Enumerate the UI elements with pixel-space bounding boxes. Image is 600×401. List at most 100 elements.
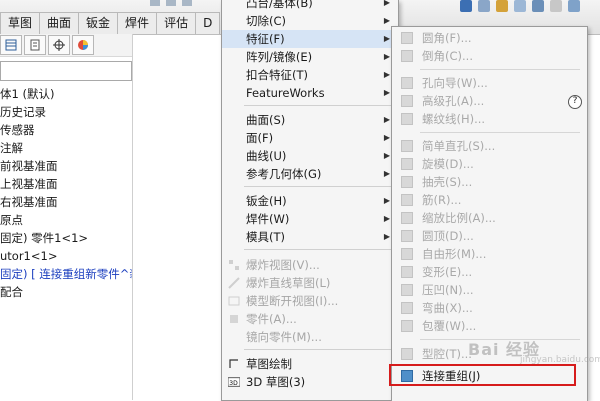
menu-item-sketch[interactable]: 草图绘制: [222, 355, 398, 373]
panel-tab-bar: [0, 34, 132, 57]
submenu-arrow-icon: ▶: [383, 169, 390, 178]
explode-line-icon: [228, 277, 240, 289]
submenu-separator: [420, 132, 580, 133]
submenu-item-fillet: 圆角(F)...: [392, 29, 587, 47]
tree-item-mates[interactable]: 配合: [0, 283, 132, 301]
display-manager-tab-icon[interactable]: [72, 35, 94, 55]
monitor-icon[interactable]: [568, 0, 580, 12]
hole-wizard-icon: [401, 77, 413, 89]
broken-view-icon: [228, 296, 240, 306]
tree-item-top-plane[interactable]: 上视基准面: [0, 175, 132, 193]
tree-item-assembly[interactable]: 体1 (默认): [0, 85, 132, 103]
submenu-item-label: 抽壳(S)...: [422, 175, 473, 189]
toolbar-icons-right: [460, 0, 580, 14]
menu-item-label: 镜向零件(M)...: [246, 330, 322, 344]
view-settings-icon[interactable]: [532, 0, 544, 12]
menu-item-label: 参考几何体(G): [246, 167, 322, 181]
tree-item-origin[interactable]: 原点: [0, 211, 132, 229]
menu-item-molds[interactable]: 模具(T) ▶: [222, 228, 398, 246]
menu-separator: [244, 249, 394, 250]
menu-item-boss-base[interactable]: 凸台/基体(B) ▶: [222, 0, 398, 12]
toolbar-icons-left: [150, 0, 192, 8]
submenu-item-label: 自由形(M)...: [422, 247, 487, 261]
menu-item-label: 焊件(W): [246, 212, 290, 226]
tab-weldments[interactable]: 焊件: [117, 12, 158, 34]
menu-item-features[interactable]: 特征(F) ▶: [222, 30, 398, 48]
wrap-icon: [401, 320, 413, 332]
menu-separator: [244, 105, 394, 106]
tree-item-tutor1[interactable]: utor1<1>: [0, 247, 132, 265]
submenu-arrow-icon: ▶: [383, 88, 390, 97]
toolbar-icon[interactable]: [166, 0, 176, 6]
menu-item-label: 阵列/镜像(E): [246, 50, 313, 64]
tab-sketch[interactable]: 草图: [0, 12, 41, 34]
tree-item-joined-part[interactable]: 固定) [ 连接重组新零件^装: [0, 265, 132, 283]
view-orientation-icon[interactable]: [460, 0, 472, 12]
chamfer-icon: [401, 50, 413, 62]
tree-item-history[interactable]: 历史记录: [0, 103, 132, 121]
menu-item-label: 模具(T): [246, 230, 285, 244]
submenu-arrow-icon: ▶: [383, 70, 390, 79]
menu-separator: [244, 186, 394, 187]
submenu-item-shell: 抽壳(S)...: [392, 173, 587, 191]
submenu-arrow-icon: ▶: [383, 151, 390, 160]
submenu-item-wrap: 包覆(W)...: [392, 317, 587, 335]
tab-d[interactable]: D: [195, 12, 221, 34]
tab-evaluate[interactable]: 评估: [156, 12, 197, 34]
section-view-icon[interactable]: [550, 0, 562, 12]
menu-item-surface[interactable]: 曲面(S) ▶: [222, 111, 398, 129]
property-manager-tab-icon[interactable]: [24, 35, 46, 55]
tree-item-annotations[interactable]: 注解: [0, 139, 132, 157]
menu-item-3d-sketch[interactable]: 3D 3D 草图(3): [222, 373, 398, 391]
configuration-manager-tab-icon[interactable]: [48, 35, 70, 55]
submenu-item-label: 筋(R)...: [422, 193, 462, 207]
lights-icon[interactable]: [496, 0, 508, 12]
tree-item-right-plane[interactable]: 右视基准面: [0, 193, 132, 211]
tree-item-sensors[interactable]: 传感器: [0, 121, 132, 139]
toolbar-icon[interactable]: [182, 0, 192, 6]
menu-item-label: 曲线(U): [246, 149, 287, 163]
help-icon[interactable]: ?: [568, 95, 582, 109]
submenu-item-rib: 筋(R)...: [392, 191, 587, 209]
sketch-icon: [229, 359, 238, 368]
menu-item-fastening-feature[interactable]: 扣合特征(T) ▶: [222, 66, 398, 84]
submenu-item-label: 缩放比例(A)...: [422, 211, 496, 225]
menu-item-sheet-metal[interactable]: 钣金(H) ▶: [222, 192, 398, 210]
feature-tree: 体1 (默认) 历史记录 传感器 注解 前视基准面 上视基准面 右视基准面 原点…: [0, 85, 132, 301]
submenu-item-label: 变形(E)...: [422, 265, 473, 279]
submenu-item-hole-wizard: 孔向导(W)...: [392, 74, 587, 92]
menu-item-featureworks[interactable]: FeatureWorks ▶: [222, 84, 398, 102]
submenu-item-label: 圆顶(D)...: [422, 229, 474, 243]
feature-tree-tab-icon[interactable]: [0, 35, 22, 55]
menu-item-explode-line-sketch: 爆炸直线草图(L): [222, 274, 398, 292]
scale-icon: [401, 212, 413, 224]
menu-item-label: 面(F): [246, 131, 274, 145]
menu-item-label: 爆炸视图(V)...: [246, 258, 320, 272]
submenu-arrow-icon: ▶: [383, 0, 390, 7]
scene-icon[interactable]: [514, 0, 526, 12]
toolbar-icon[interactable]: [150, 0, 160, 6]
tab-surfaces[interactable]: 曲面: [39, 12, 80, 34]
draft-icon: [401, 158, 413, 170]
command-tabs: 草图 曲面 钣金 焊件 评估 D: [0, 12, 221, 34]
menu-item-curve[interactable]: 曲线(U) ▶: [222, 147, 398, 165]
menu-item-pattern-mirror[interactable]: 阵列/镜像(E) ▶: [222, 48, 398, 66]
tree-item-part1[interactable]: 固定) 零件1<1>: [0, 229, 132, 247]
menu-item-cut[interactable]: 切除(C) ▶: [222, 12, 398, 30]
menu-item-label: 草图绘制: [246, 357, 292, 371]
tab-sheet-metal[interactable]: 钣金: [78, 12, 119, 34]
tree-item-front-plane[interactable]: 前视基准面: [0, 157, 132, 175]
submenu-item-label: 倒角(C)...: [422, 49, 473, 63]
submenu-item-label: 型腔(T)...: [422, 347, 472, 361]
menu-item-label: 扣合特征(T): [246, 68, 308, 82]
submenu-item-label: 螺纹线(H)...: [422, 112, 486, 126]
submenu-arrow-icon: ▶: [383, 52, 390, 61]
display-style-icon[interactable]: [478, 0, 490, 12]
join-highlight-annotation: [389, 364, 576, 386]
menu-item-reference-geometry[interactable]: 参考几何体(G) ▶: [222, 165, 398, 183]
fillet-icon: [401, 32, 413, 44]
menu-item-face[interactable]: 面(F) ▶: [222, 129, 398, 147]
submenu-item-dome: 圆顶(D)...: [392, 227, 587, 245]
menu-item-weldments[interactable]: 焊件(W) ▶: [222, 210, 398, 228]
tree-filter-input[interactable]: [0, 61, 132, 81]
